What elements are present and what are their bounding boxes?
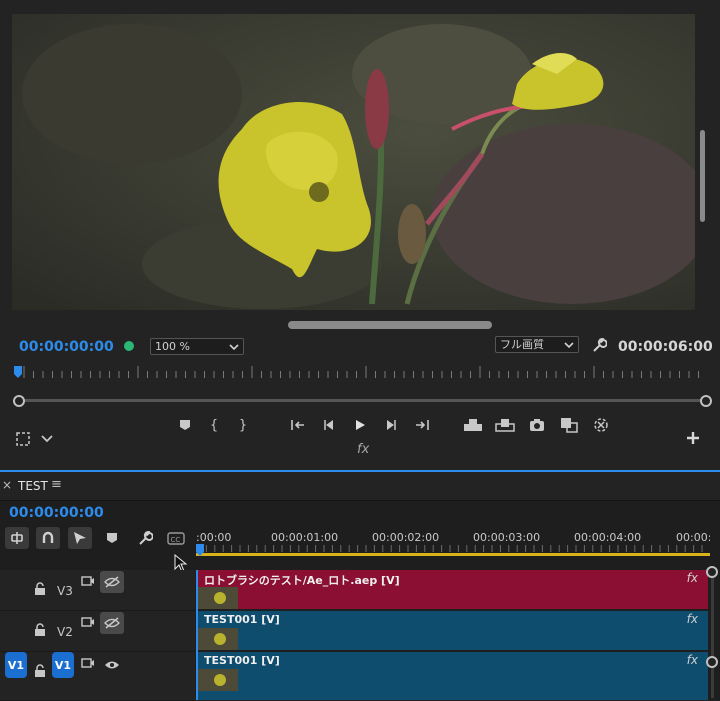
eye-off-icon [104, 576, 120, 588]
clip-label: TEST001 [V] [204, 654, 280, 667]
go-to-out-icon[interactable] [412, 415, 432, 435]
export-frame-icon[interactable] [527, 415, 547, 435]
resolution-value: フル画質 [500, 338, 544, 351]
track-header-v1[interactable]: V1 V1 [0, 652, 195, 701]
snap-button[interactable] [36, 527, 60, 549]
close-icon[interactable]: × [2, 478, 12, 492]
out-point-icon[interactable]: } [233, 415, 253, 435]
track-header-v2[interactable]: V2 [0, 611, 195, 652]
ruler-time-label: 00:00:02:00 [372, 531, 439, 544]
ruler-time-label: 00:00:0 [676, 531, 710, 544]
monitor-time-ruler[interactable] [14, 362, 707, 380]
lock-icon[interactable] [34, 582, 46, 596]
clip-label: TEST001 [V] [204, 613, 280, 626]
nest-icon [11, 532, 23, 544]
clip-thumbnail [198, 669, 238, 691]
track-visibility-toggle-v3[interactable] [100, 571, 124, 593]
panel-menu-icon[interactable]: ≡ [51, 477, 62, 492]
clip-thumbnail [198, 628, 238, 650]
timeline-tab-bar: × TEST ≡ [0, 472, 720, 501]
insert-icon[interactable] [463, 415, 483, 435]
insert-sequence-button[interactable] [5, 527, 29, 549]
clip-thumbnail [198, 587, 238, 609]
eye-icon[interactable] [104, 659, 120, 671]
video-image [12, 14, 695, 310]
captions-icon[interactable]: CC [167, 532, 185, 545]
clip-v3[interactable]: ロトブラシのテスト/Ae_ロト.aep [V] fx [198, 570, 708, 609]
zoom-value: 100 % [155, 340, 190, 353]
record-status-dot [124, 341, 134, 351]
zoom-handle-right[interactable] [700, 395, 712, 407]
playhead-marker[interactable] [14, 366, 22, 378]
clip-fx-badge[interactable]: fx [687, 571, 698, 585]
in-point-icon[interactable]: { [204, 415, 224, 435]
timeline-scroll-handle-top[interactable] [706, 566, 718, 578]
tab-sequence-name[interactable]: TEST [18, 479, 48, 493]
ruler-time-label: :00:00 [196, 531, 231, 544]
wrench-icon[interactable] [591, 338, 607, 354]
camera-icon[interactable] [81, 658, 95, 668]
fx-label: fx [357, 442, 370, 457]
duration-timecode: 00:00:06:00 [618, 339, 713, 355]
vr-icon[interactable] [591, 415, 611, 435]
go-to-in-icon[interactable] [288, 415, 308, 435]
chevron-down-icon [564, 342, 574, 349]
source-patch-v1[interactable]: V1 [5, 652, 27, 678]
clip-label: ロトブラシのテスト/Ae_ロト.aep [V] [204, 574, 400, 587]
transport-controls [288, 415, 432, 435]
work-area-bar[interactable] [196, 553, 710, 556]
marker-icon[interactable] [175, 415, 195, 435]
track-header-v3[interactable]: V3 [0, 570, 195, 611]
marker-controls: { } [175, 415, 253, 435]
program-monitor: 00:00:00:00 100 % フル画質 00:00:06:00 { } f [0, 0, 720, 468]
timeline-panel: × TEST ≡ 00:00:00:00 CC :00:00 00:00:01:0… [0, 472, 720, 701]
step-forward-icon[interactable] [381, 415, 401, 435]
timeline-playhead-line[interactable] [196, 570, 198, 700]
current-timecode[interactable]: 00:00:00:00 [19, 339, 114, 355]
zoom-dropdown[interactable]: 100 % [150, 338, 244, 355]
zoom-scroll-track[interactable] [18, 399, 706, 402]
timeline-vertical-scroll-track[interactable] [711, 570, 714, 698]
svg-text:CC: CC [171, 536, 181, 544]
linked-selection-icon [74, 532, 86, 544]
monitor-vertical-scrollbar[interactable] [700, 130, 705, 222]
play-icon[interactable] [350, 415, 370, 435]
clip-fx-badge[interactable]: fx [687, 653, 698, 667]
monitor-horizontal-scrollbar[interactable] [288, 321, 492, 329]
track-name-v3: V3 [57, 584, 73, 598]
ruler-time-label: 00:00:04:00 [574, 531, 641, 544]
zoom-handle-left[interactable] [13, 395, 25, 407]
linked-selection-button[interactable] [68, 527, 92, 549]
timeline-scroll-handle-bottom[interactable] [706, 656, 718, 668]
lock-icon[interactable] [34, 664, 46, 678]
safe-margins-icon[interactable] [15, 431, 31, 447]
step-back-icon[interactable] [319, 415, 339, 435]
marker-icon[interactable] [106, 532, 118, 544]
resolution-dropdown[interactable]: フル画質 [495, 336, 579, 353]
camera-icon[interactable] [81, 576, 95, 586]
compare-icon[interactable] [559, 415, 579, 435]
ruler-time-label: 00:00:03:00 [473, 531, 540, 544]
edit-controls [463, 415, 611, 435]
video-frame[interactable] [12, 14, 695, 310]
eye-off-icon [104, 617, 120, 629]
overwrite-icon[interactable] [495, 415, 515, 435]
chevron-down-icon[interactable] [41, 434, 53, 444]
lock-icon[interactable] [34, 623, 46, 637]
clip-fx-badge[interactable]: fx [687, 612, 698, 626]
track-target-v1[interactable]: V1 [52, 652, 74, 678]
timeline-time-ruler[interactable]: :00:00 00:00:01:00 00:00:02:00 00:00:03:00 0… [196, 524, 710, 562]
clip-v2[interactable]: TEST001 [V] fx [198, 611, 708, 650]
track-name-v2: V2 [57, 625, 73, 639]
snap-icon [42, 531, 54, 543]
track-visibility-toggle-v2[interactable] [100, 612, 124, 634]
wrench-icon[interactable] [137, 531, 153, 547]
timeline-playhead-timecode[interactable]: 00:00:00:00 [9, 505, 104, 521]
camera-icon[interactable] [81, 617, 95, 627]
clip-v1[interactable]: TEST001 [V] fx [198, 652, 708, 700]
ruler-time-label: 00:00:01:00 [271, 531, 338, 544]
chevron-down-icon [229, 344, 239, 351]
add-button-icon[interactable] [686, 431, 700, 445]
